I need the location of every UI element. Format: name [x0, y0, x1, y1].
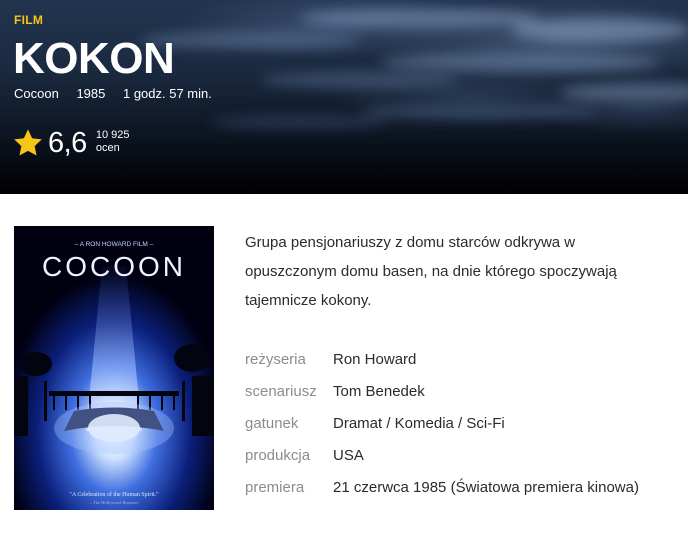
detail-label: gatunek: [245, 414, 299, 432]
votes-info: 10 925 ocen: [96, 129, 130, 155]
content-type-label: FILM: [14, 13, 44, 27]
detail-label: scenariusz: [245, 382, 317, 400]
star-icon: [14, 129, 42, 156]
detail-row-screenplay: scenariusz Tom Benedek: [245, 375, 639, 407]
movie-meta: Cocoon 1985 1 godz. 57 min.: [14, 86, 226, 101]
detail-row-premiere: premiera 21 czerwca 1985 (Światowa premi…: [245, 471, 639, 503]
director-link[interactable]: Ron Howard: [333, 351, 416, 368]
detail-label: reżyseria: [245, 350, 306, 368]
detail-label: premiera: [245, 478, 305, 496]
page-title: KOKON: [13, 34, 175, 83]
duration: 1 godz. 57 min.: [122, 86, 212, 101]
original-title: Cocoon: [14, 86, 59, 101]
detail-row-genre: gatunek Dramat / Komedia / Sci-Fi: [245, 407, 639, 439]
votes-count: 10 925: [95, 129, 130, 141]
detail-row-directing: reżyseria Ron Howard: [245, 343, 639, 375]
detail-row-production: produkcja USA: [245, 439, 639, 471]
country-link[interactable]: USA: [333, 447, 364, 464]
movie-poster[interactable]: – A RON HOWARD FILM – COCOON "A Celebrat…: [14, 226, 214, 510]
screenwriter-link[interactable]: Tom Benedek: [333, 383, 425, 400]
rating-block[interactable]: 6,6 10 925 ocen: [12, 123, 129, 163]
genre-links[interactable]: Dramat / Komedia / Sci-Fi: [333, 415, 505, 432]
votes-label: ocen: [95, 142, 120, 154]
poster-top-text: – A RON HOWARD FILM –: [75, 241, 154, 248]
poster-title-text: COCOON: [42, 251, 186, 282]
release-year: 1985: [76, 86, 106, 101]
movie-description: Grupa pensjonariuszy z domu starców odkr…: [245, 234, 617, 309]
hero-banner: FILM KOKON Cocoon 1985 1 godz. 57 min. 6…: [0, 0, 688, 194]
poster-source: – The Hollywood Reporter: [89, 500, 139, 505]
premiere-date: 21 czerwca 1985 (Światowa premiera kinow…: [333, 478, 639, 496]
rating-value: 6,6: [48, 126, 87, 159]
movie-details: reżyseria Ron Howard scenariusz Tom Bene…: [245, 343, 639, 503]
detail-label: produkcja: [245, 446, 311, 464]
poster-tagline: "A Celebration of the Human Spirit.": [69, 491, 159, 498]
